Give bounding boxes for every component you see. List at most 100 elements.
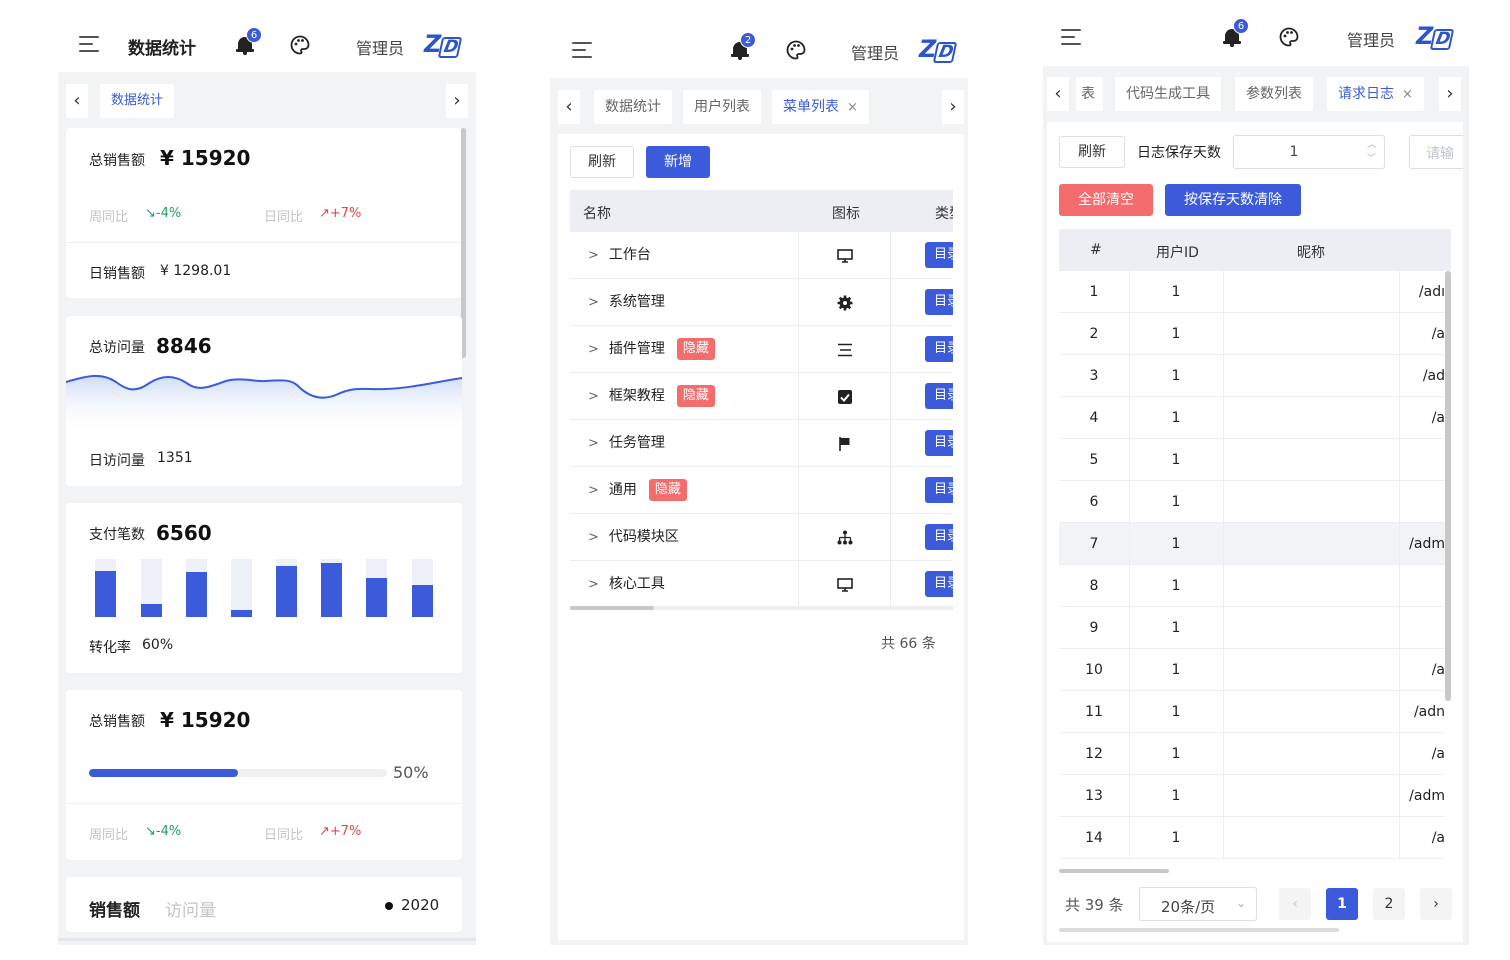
table-row[interactable]: 4 1/a [1059,397,1445,439]
page-size-select[interactable]: 20条/页 ⌄ [1139,887,1257,921]
palette-icon[interactable] [786,40,806,60]
bar [412,585,433,617]
menu-name-cell: > 插件管理 隐藏 [588,326,715,372]
expand-chevron-icon[interactable]: > [588,436,599,451]
page-1-button[interactable]: 1 [1326,888,1358,920]
tab-data-stats[interactable]: 数据统计 [100,84,175,118]
user-id-cell: 1 [1171,494,1181,510]
expand-chevron-icon[interactable]: > [588,342,599,357]
table-row[interactable]: > 通用隐藏 目录 [570,467,953,514]
table-row[interactable]: > 工作台 目录 [570,232,953,279]
total-count: 共 39 条 [1065,896,1124,914]
tab-codegen[interactable]: 代码生成工具 [1115,77,1221,111]
table-row[interactable]: 81 [1059,565,1445,607]
divider [890,420,891,466]
page-2-button[interactable]: 2 [1373,888,1405,920]
expand-chevron-icon[interactable]: > [588,295,599,310]
admin-label[interactable]: 管理员 [1347,27,1395,51]
tab-request-log[interactable]: 请求日志 × [1327,77,1424,111]
refresh-button[interactable]: 刷新 [570,146,634,178]
expand-chevron-icon[interactable]: > [588,248,599,263]
menu-name-cell: > 任务管理 [588,420,665,466]
admin-label[interactable]: 管理员 [356,35,404,59]
tab-user-list[interactable]: 用户列表 [683,90,761,124]
prev-page-button[interactable]: ‹ [1279,888,1311,920]
tab-sales[interactable]: 销售额 [89,896,140,921]
h-scrollbar-thumb[interactable] [1059,869,1169,873]
clear-all-button[interactable]: 全部清空 [1059,184,1153,216]
v-scrollbar[interactable] [1445,271,1451,701]
tab-bar: ‹ 表 代码生成工具 参数列表 请求日志 × › [1043,66,1469,122]
table-row[interactable]: > 框架教程隐藏 目录 [570,373,953,420]
year-picker[interactable]: 2020 [401,896,439,914]
monitor-icon [836,247,854,265]
add-button[interactable]: 新增 [646,146,710,178]
notification-badge: 6 [1233,18,1249,34]
bottom-scrollbar[interactable] [1059,928,1339,932]
table-row[interactable]: > 任务管理 目录 [570,420,953,467]
tab-close-icon[interactable]: × [1402,87,1413,102]
next-page-button[interactable]: › [1420,888,1452,920]
table-row[interactable]: 14 1/a [1059,817,1445,859]
tab-scroll-right-button[interactable]: › [942,90,964,124]
table-row[interactable]: 61 [1059,481,1445,523]
table-row[interactable]: 51 [1059,439,1445,481]
stepper-up-icon[interactable]: ︿ [1367,137,1376,150]
wow-value: ↘-4% [145,824,182,839]
tab-close-icon[interactable]: × [847,100,858,115]
palette-icon[interactable] [1279,27,1299,47]
table-row[interactable]: 13 1/adm [1059,775,1445,817]
expand-chevron-icon[interactable]: > [588,389,599,404]
table-row[interactable]: 10 1/a [1059,649,1445,691]
table-row[interactable]: 11 1/adn [1059,691,1445,733]
type-tag: 目录 [925,242,953,268]
tab-visits[interactable]: 访问量 [165,896,216,921]
menu-name: 核心工具 [608,576,665,592]
tab-scroll-right-button[interactable]: › [446,84,468,118]
menu-toggle-icon[interactable] [572,42,594,58]
days-input[interactable]: 1 ︿ ﹀ [1233,135,1385,169]
index-cell: 12 [1085,746,1103,762]
menu-toggle-icon[interactable] [79,36,101,52]
refresh-button[interactable]: 刷新 [1059,136,1125,168]
notification-badge: 2 [740,32,756,48]
total-sales-value: ¥ 15920 [160,146,251,170]
admin-label[interactable]: 管理员 [851,40,899,64]
tab-menu-list[interactable]: 菜单列表 × [772,90,869,124]
user-id-cell: 1 [1171,452,1181,468]
table-row[interactable]: > 代码模块区 目录 [570,514,953,561]
col-name: 名称 [583,206,611,222]
app-logo: ZD [1416,22,1455,50]
tab-scroll-left-button[interactable]: ‹ [1047,77,1069,111]
search-input[interactable]: 请输 [1409,135,1463,169]
stepper-down-icon[interactable]: ﹀ [1367,151,1376,164]
palette-icon[interactable] [290,35,310,55]
h-scrollbar-thumb[interactable] [570,606,654,610]
path-cell: /adm [1409,536,1445,552]
table-row[interactable]: 2 1/a [1059,313,1445,355]
table-row[interactable]: 3 1/ad [1059,355,1445,397]
index-cell: 8 [1089,578,1099,594]
tab-params[interactable]: 参数列表 [1235,77,1313,111]
type-tag: 目录 [925,336,953,362]
menu-toggle-icon[interactable] [1061,29,1083,45]
expand-chevron-icon[interactable]: > [588,530,599,545]
table-row[interactable]: 1 1/adı [1059,271,1445,313]
tab-scroll-left-button[interactable]: ‹ [66,84,88,118]
menu-panel: 刷新 新增 名称 图标 类型 >工作台目录>系统管理目录>插件管理隐藏目录>框架… [558,134,964,940]
table-row[interactable]: > 核心工具 目录 [570,561,953,608]
table-row[interactable]: 91 [1059,607,1445,649]
table-row[interactable]: 12 1/a [1059,733,1445,775]
expand-chevron-icon[interactable]: > [588,483,599,498]
clear-by-days-button[interactable]: 按保存天数清除 [1165,184,1301,216]
index-cell: 10 [1085,662,1103,678]
expand-chevron-icon[interactable]: > [588,577,599,592]
table-row[interactable]: > 插件管理隐藏 目录 [570,326,953,373]
bar-background [231,559,252,617]
table-row[interactable]: 7 1/adm [1059,523,1445,565]
table-row[interactable]: > 系统管理 目录 [570,279,953,326]
tab-data-stats[interactable]: 数据统计 [594,90,672,124]
tab-scroll-right-button[interactable]: › [1439,77,1461,111]
tab-scroll-left-button[interactable]: ‹ [558,90,580,124]
tab-partial[interactable]: 表 [1076,77,1103,111]
